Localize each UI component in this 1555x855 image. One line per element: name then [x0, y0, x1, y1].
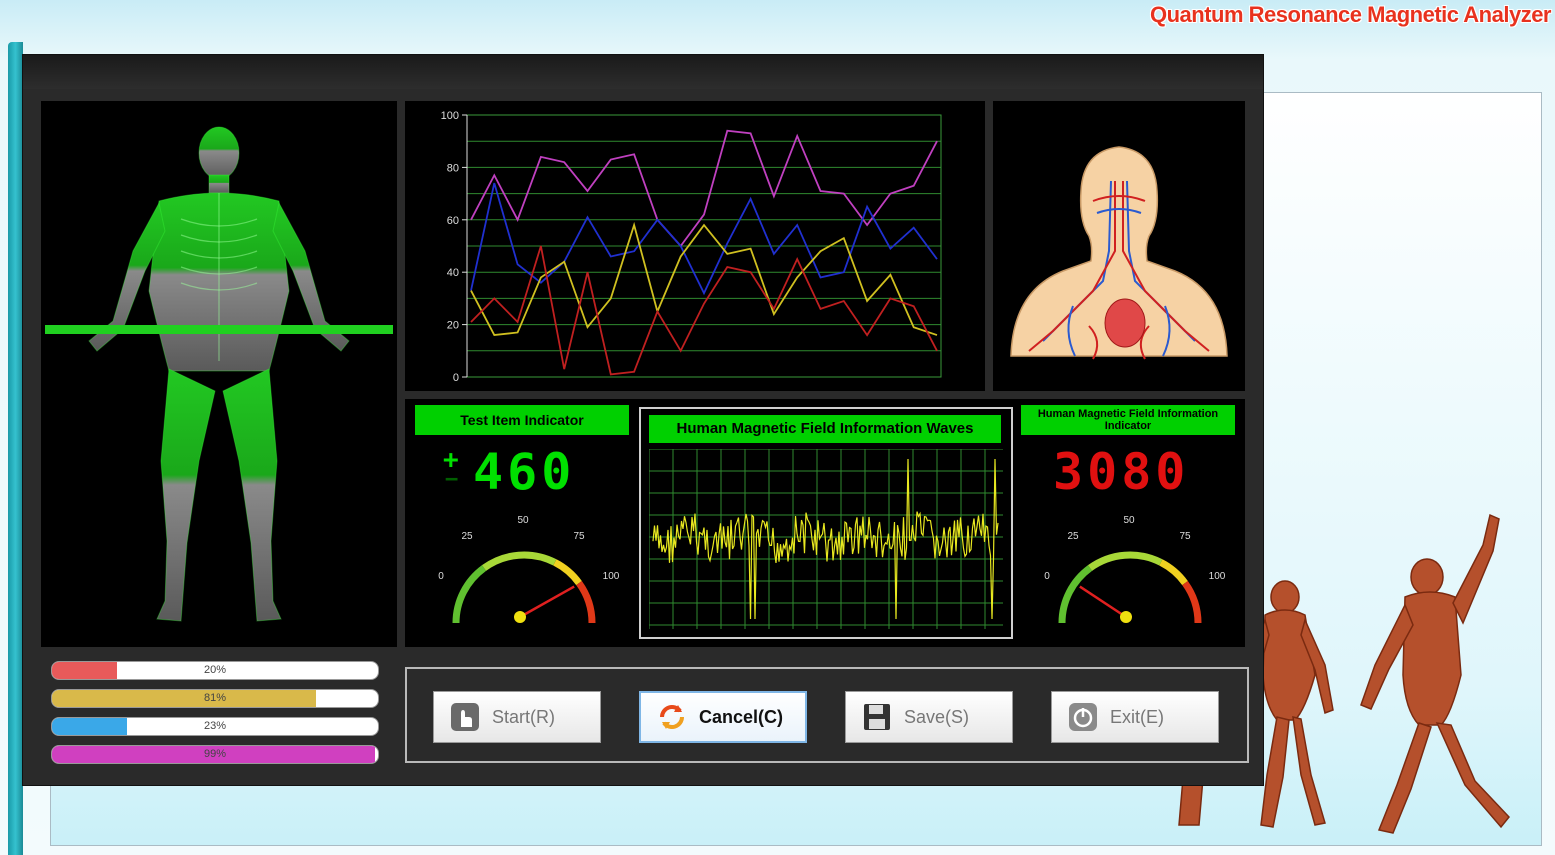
- dialog-header: [23, 55, 1263, 89]
- human-body-illustration: [45, 126, 393, 622]
- series-line-1: [470, 129, 938, 248]
- start-button[interactable]: Start(R): [433, 691, 601, 743]
- hand-icon: [448, 700, 482, 734]
- progress-bar-4: 99%: [51, 745, 379, 764]
- save-button-label: Save(S): [904, 706, 970, 727]
- progress-text-1: 20%: [203, 664, 227, 676]
- field-indicator-value-display: 3080: [1053, 443, 1190, 501]
- gauge-pivot: [514, 611, 526, 623]
- gauge-tick-label: 75: [1179, 531, 1191, 542]
- gauge-tick-label: 100: [1209, 571, 1226, 582]
- y-tick-label: 0: [453, 372, 459, 384]
- analyzer-dialog: 020406080100 Test Item Indicator +: [22, 54, 1264, 786]
- circulatory-system-illustration: [1010, 146, 1228, 360]
- gauge-tick-label: 50: [1123, 515, 1135, 526]
- series-line-4: [470, 245, 938, 376]
- gauge-tick-label: 25: [1067, 531, 1079, 542]
- gauge-arc: [1058, 565, 1093, 624]
- test-item-gauge: 0 25 50 75 100: [438, 515, 620, 624]
- start-button-label: Start(R): [492, 706, 555, 727]
- magnetic-waves-graph: [649, 449, 1003, 629]
- cancel-button-label: Cancel(C): [699, 706, 784, 727]
- waves-label: Human Magnetic Field Information Waves: [649, 415, 1001, 443]
- gauge-arc: [1159, 559, 1188, 586]
- gauge-tick-label: 25: [461, 531, 473, 542]
- gauge-arc: [553, 559, 582, 586]
- organ-panel: [993, 101, 1245, 391]
- gauge-tick-label: 100: [603, 571, 620, 582]
- y-tick-label: 40: [447, 267, 459, 279]
- save-button[interactable]: Save(S): [845, 691, 1013, 743]
- indicators-panel: Test Item Indicator + − 460 0 25 50 75 100 H…: [405, 399, 1245, 647]
- gauge-arc: [481, 551, 557, 571]
- cancel-button[interactable]: Cancel(C): [639, 691, 807, 743]
- gauge-arc: [1087, 551, 1163, 571]
- scan-line: [45, 325, 393, 334]
- button-panel: Start(R) Cancel(C) Save(S) Exit(E): [405, 667, 1249, 763]
- power-icon: [1066, 700, 1100, 734]
- line-chart: 0 20 40 60 80 100: [441, 110, 942, 384]
- gauge-arc: [1182, 580, 1202, 624]
- wave-trace: [652, 458, 999, 620]
- gauge-tick-label: 0: [438, 571, 444, 582]
- progress-text-4: 99%: [203, 748, 227, 760]
- test-item-value-display: 460: [473, 443, 576, 501]
- save-icon: [860, 700, 894, 734]
- progress-text-2: 81%: [203, 692, 227, 704]
- test-item-indicator-label: Test Item Indicator: [415, 405, 629, 435]
- y-tick-label: 80: [447, 162, 459, 174]
- progress-bars: 20% 81% 23% 99%: [23, 655, 403, 775]
- line-chart-panel: 0 20 40 60 80 100: [405, 101, 985, 391]
- gauge-arc: [452, 565, 487, 624]
- waves-box: Human Magnetic Field Information Waves: [639, 407, 1013, 639]
- body-scan-panel: [41, 101, 397, 647]
- gauge-arc: [576, 580, 596, 624]
- gauge-needle: [1079, 585, 1127, 619]
- progress-bar-3: 23%: [51, 717, 379, 736]
- progress-bar-2: 81%: [51, 689, 379, 708]
- y-tick-label: 100: [441, 110, 459, 122]
- exit-button[interactable]: Exit(E): [1051, 691, 1219, 743]
- field-indicator-gauge: 0 25 50 75 100: [1044, 515, 1226, 624]
- left-sidebar-strip: [8, 42, 23, 855]
- series-line-3: [470, 221, 938, 337]
- gauge-tick-label: 75: [573, 531, 585, 542]
- minus-sign: −: [445, 467, 463, 492]
- y-tick-label: 60: [447, 215, 459, 227]
- exit-button-label: Exit(E): [1110, 706, 1164, 727]
- progress-bar-1: 20%: [51, 661, 379, 680]
- gauge-pivot: [1120, 611, 1132, 623]
- y-tick-label: 20: [447, 320, 459, 332]
- cancel-icon: [655, 700, 689, 734]
- gauge-needle: [519, 585, 575, 619]
- gauge-tick-label: 50: [517, 515, 529, 526]
- app-title: Quantum Resonance Magnetic Analyzer: [1149, 2, 1552, 27]
- gauge-tick-label: 0: [1044, 571, 1050, 582]
- progress-text-3: 23%: [203, 720, 227, 732]
- field-indicator-label: Human Magnetic Field Information Indicat…: [1021, 405, 1235, 435]
